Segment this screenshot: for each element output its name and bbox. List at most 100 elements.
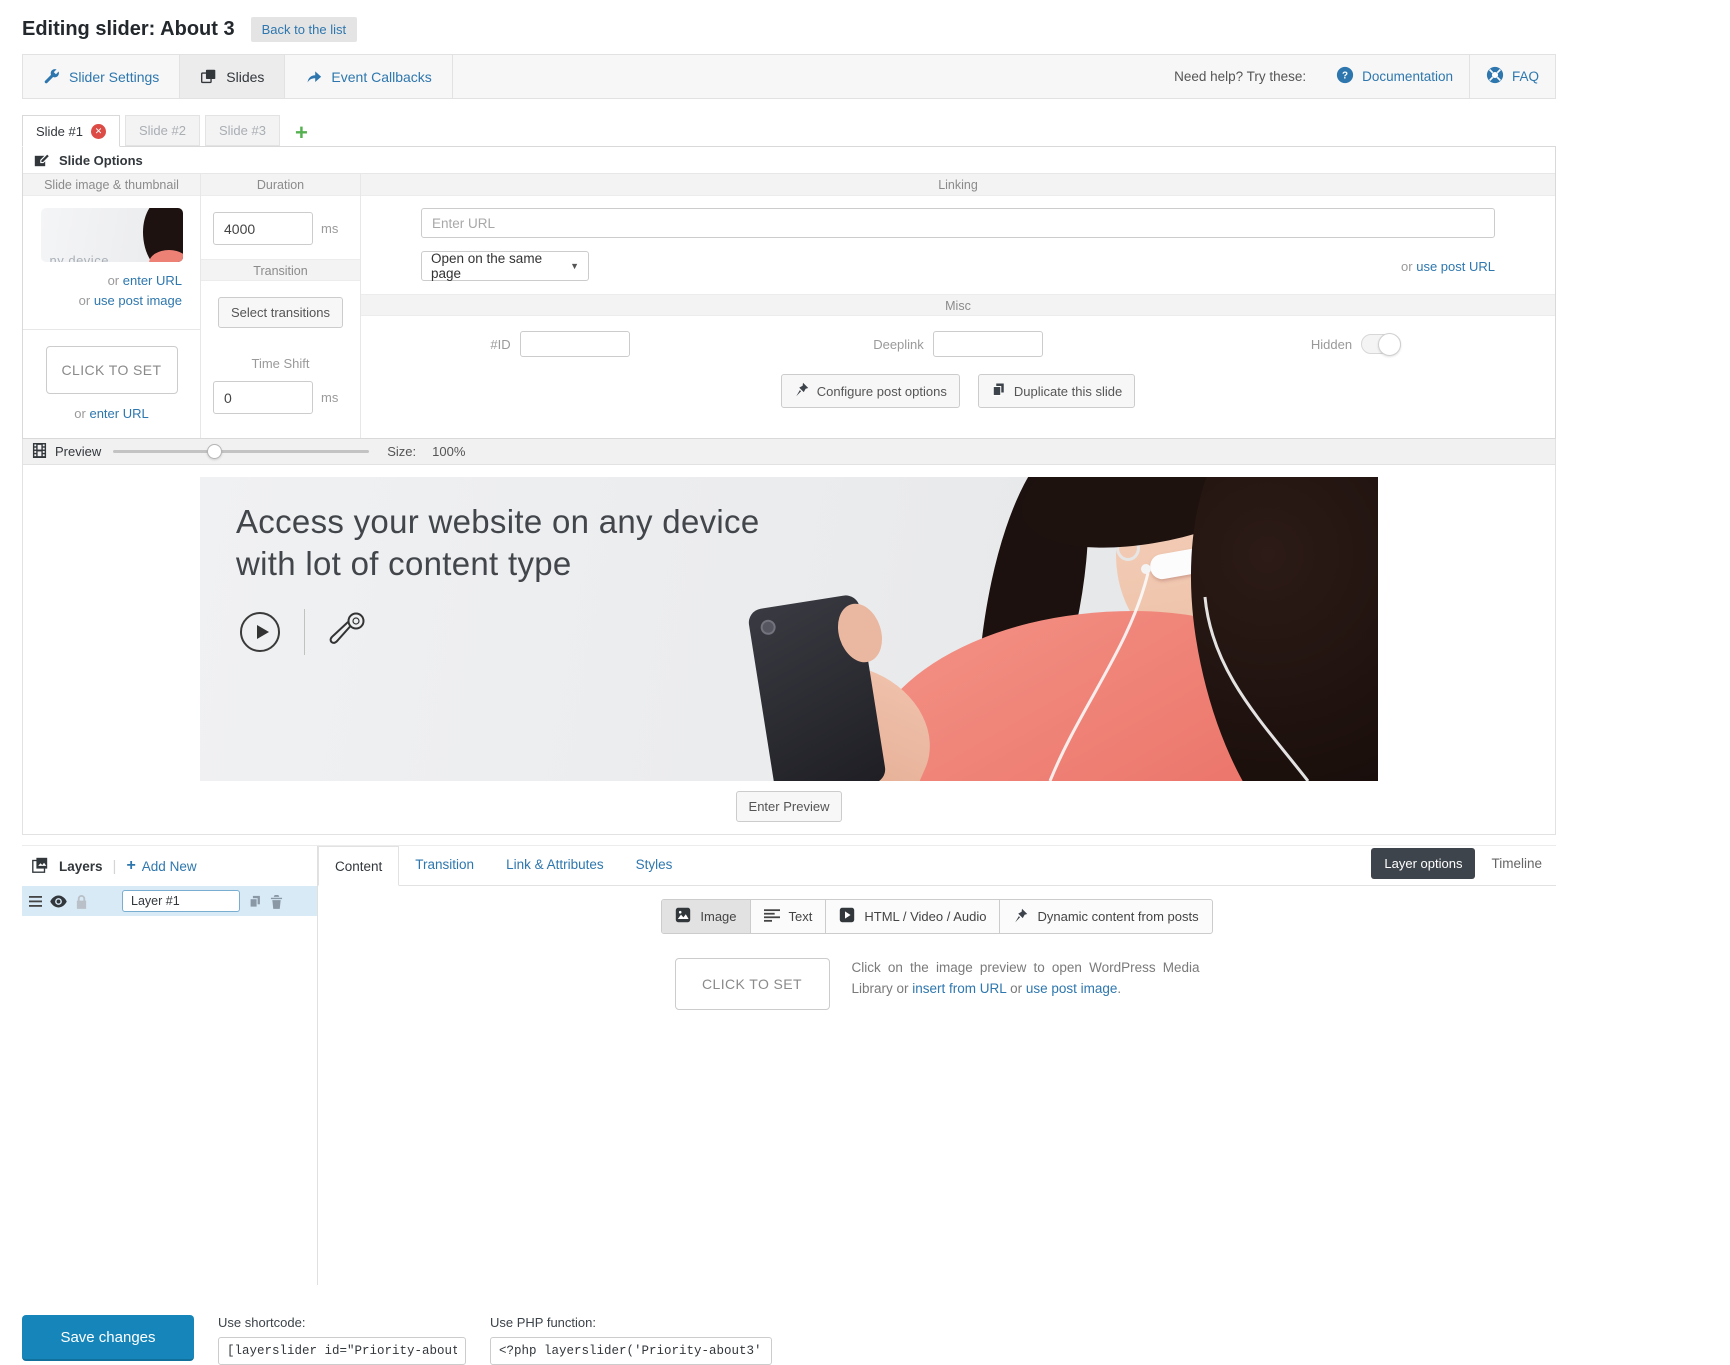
preview-size-slider[interactable] bbox=[113, 444, 370, 459]
layer-editor-panel: Content Transition Link & Attributes Sty… bbox=[318, 846, 1556, 1285]
save-changes-button[interactable]: Save changes bbox=[22, 1315, 194, 1361]
pin-icon bbox=[794, 382, 809, 400]
plus-icon: + bbox=[126, 857, 136, 874]
use-post-image-link[interactable]: use post image bbox=[94, 293, 182, 308]
back-to-list-button[interactable]: Back to the list bbox=[250, 16, 358, 42]
content-type-html-video-audio[interactable]: HTML / Video / Audio bbox=[826, 900, 1001, 933]
or-text: or bbox=[78, 293, 91, 309]
documentation-link[interactable]: ? Documentation bbox=[1320, 55, 1469, 98]
duplicate-layer-icon[interactable] bbox=[248, 894, 262, 909]
tab-slider-settings[interactable]: Slider Settings bbox=[23, 55, 181, 98]
faq-link[interactable]: FAQ bbox=[1468, 55, 1555, 98]
layers-panel: Layers | + Add New bbox=[22, 846, 318, 1285]
content-type-dynamic-label: Dynamic content from posts bbox=[1037, 909, 1199, 924]
layer-options-button[interactable]: Layer options bbox=[1371, 848, 1476, 879]
use-post-image-link2[interactable]: use post image bbox=[1026, 981, 1118, 996]
eye-icon[interactable] bbox=[50, 895, 67, 908]
configure-post-options-button[interactable]: Configure post options bbox=[780, 374, 960, 408]
size-label: Size: bbox=[387, 444, 417, 459]
enter-url-link[interactable]: enter URL bbox=[123, 273, 182, 288]
page-title: Editing slider: About 3 bbox=[22, 17, 235, 40]
lock-icon[interactable] bbox=[75, 894, 88, 909]
duplicate-slide-button[interactable]: Duplicate this slide bbox=[977, 374, 1136, 408]
select-transitions-button[interactable]: Select transitions bbox=[218, 297, 343, 328]
slide-image-column-header: Slide image & thumbnail bbox=[23, 174, 200, 196]
layer-name-input[interactable] bbox=[122, 890, 240, 912]
trash-icon[interactable] bbox=[270, 894, 283, 909]
deeplink-label: Deeplink bbox=[873, 336, 924, 352]
enter-preview-button[interactable]: Enter Preview bbox=[735, 791, 843, 822]
linking-header: Linking bbox=[361, 174, 1555, 196]
content-type-dynamic-posts[interactable]: Dynamic content from posts bbox=[1000, 900, 1211, 933]
layer-image-click-to-set[interactable]: CLICK TO SET bbox=[674, 958, 830, 1010]
hidden-toggle[interactable] bbox=[1361, 333, 1402, 356]
deeplink-input[interactable] bbox=[932, 331, 1043, 357]
slide-tab-3[interactable]: Slide #3 bbox=[204, 115, 280, 146]
slide-options-panel: Slide Options Slide image & thumbnail ny… bbox=[22, 146, 1556, 439]
add-new-label: Add New bbox=[141, 858, 197, 874]
add-slide-icon[interactable]: + bbox=[295, 120, 308, 146]
media-help-t3: . bbox=[1117, 980, 1122, 996]
content-type-html-label: HTML / Video / Audio bbox=[864, 909, 987, 924]
slide-tab-1-label: Slide #1 bbox=[36, 123, 83, 139]
linking-column: Linking Open on the same page ▼ or use p… bbox=[361, 174, 1555, 438]
slide-options-header: Slide Options bbox=[23, 147, 1555, 174]
slide-tab-2[interactable]: Slide #2 bbox=[124, 115, 200, 146]
add-new-layer-button[interactable]: + Add New bbox=[126, 857, 196, 875]
or-text: or bbox=[107, 273, 120, 288]
php-input[interactable] bbox=[490, 1337, 772, 1365]
id-input[interactable] bbox=[519, 331, 630, 357]
help-area: Need help? Try these: ? Documentation FA… bbox=[1174, 55, 1555, 98]
tab-link-attributes[interactable]: Link & Attributes bbox=[490, 845, 620, 885]
time-shift-input[interactable] bbox=[213, 381, 313, 414]
tab-event-callbacks[interactable]: Event Callbacks bbox=[285, 55, 453, 98]
slide-image-column: Slide image & thumbnail ny device or ent… bbox=[23, 174, 201, 438]
insert-from-url-link[interactable]: insert from URL bbox=[912, 981, 1006, 996]
thumbnail-click-to-set[interactable]: CLICK TO SET bbox=[45, 346, 178, 395]
tab-transition[interactable]: Transition bbox=[399, 845, 490, 885]
play-circle-icon[interactable] bbox=[240, 612, 280, 652]
slide-tab-1[interactable]: Slide #1 ✕ bbox=[22, 115, 120, 147]
layers-icon bbox=[31, 856, 49, 877]
slide-thumbnail[interactable]: ny device bbox=[40, 208, 183, 262]
id-label: #ID bbox=[490, 336, 511, 352]
slide-preview-image: Access your website on any device with l… bbox=[200, 477, 1378, 781]
documentation-label: Documentation bbox=[1362, 69, 1453, 84]
tab-styles[interactable]: Styles bbox=[620, 845, 689, 885]
media-help-text: Click on the image preview to open WordP… bbox=[852, 958, 1200, 1000]
use-post-url-link[interactable]: use post URL bbox=[1416, 259, 1495, 274]
layer-editor-tabs: Content Transition Link & Attributes Sty… bbox=[318, 846, 1556, 886]
content-type-group: Image Text HTML / Video / Audio Dynamic … bbox=[661, 899, 1213, 934]
size-value: 100% bbox=[432, 444, 466, 459]
layer-row[interactable] bbox=[22, 886, 317, 916]
film-icon bbox=[32, 442, 47, 462]
footer: Save changes Use shortcode: Use PHP func… bbox=[22, 1315, 1556, 1365]
microphone-icon bbox=[329, 611, 367, 654]
slide-tab-3-label: Slide #3 bbox=[218, 123, 266, 138]
transition-header: Transition bbox=[201, 259, 360, 281]
video-icon bbox=[839, 907, 855, 926]
pin-icon bbox=[1013, 908, 1028, 926]
or-text: or bbox=[1401, 258, 1413, 274]
link-target-select[interactable]: Open on the same page ▼ bbox=[421, 251, 589, 281]
question-icon: ? bbox=[1336, 66, 1354, 87]
content-type-text[interactable]: Text bbox=[751, 900, 827, 933]
drag-handle-icon[interactable] bbox=[29, 895, 42, 907]
time-shift-label: Time Shift bbox=[251, 356, 310, 371]
configure-post-options-label: Configure post options bbox=[816, 383, 947, 399]
preview-canvas: Access your website on any device with l… bbox=[22, 465, 1556, 835]
tab-slides[interactable]: Slides bbox=[180, 55, 286, 98]
delete-slide-icon[interactable]: ✕ bbox=[90, 123, 106, 139]
icon-divider bbox=[304, 609, 305, 655]
shortcode-input[interactable] bbox=[218, 1337, 466, 1365]
chevron-down-icon: ▼ bbox=[570, 261, 579, 271]
slider-knob[interactable] bbox=[207, 444, 223, 459]
slide-url-input[interactable] bbox=[421, 208, 1495, 238]
tab-event-callbacks-label: Event Callbacks bbox=[331, 68, 432, 85]
slides-icon bbox=[200, 68, 217, 85]
thumbnail-enter-url-link[interactable]: enter URL bbox=[89, 406, 148, 421]
timeline-button[interactable]: Timeline bbox=[1491, 856, 1542, 871]
duration-input[interactable] bbox=[213, 212, 313, 245]
content-type-image[interactable]: Image bbox=[662, 900, 751, 933]
tab-content[interactable]: Content bbox=[318, 846, 400, 886]
